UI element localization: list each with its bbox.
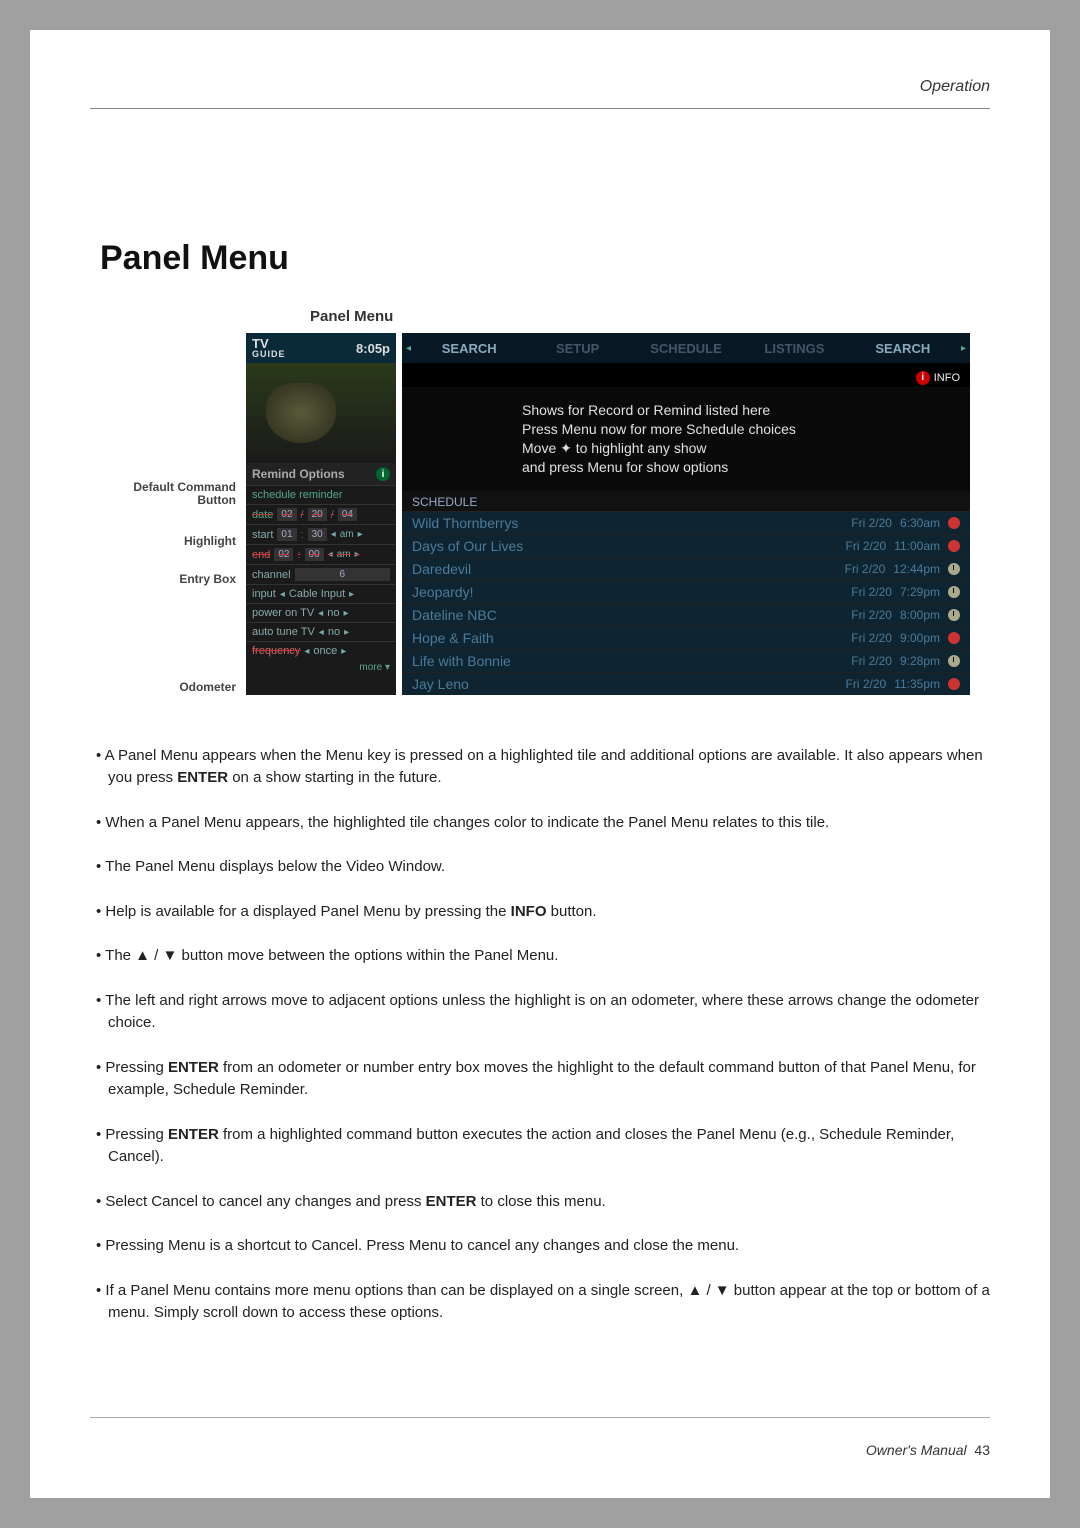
schedule-list: Wild Thornberrys Fri 2/20 6:30am Days of Ou… xyxy=(402,511,970,695)
info-icon[interactable]: i xyxy=(376,467,390,481)
show-date: Fri 2/20 xyxy=(851,608,892,622)
schedule-row[interactable]: Hope & Faith Fri 2/20 9:00pm xyxy=(402,626,970,649)
show-date: Fri 2/20 xyxy=(846,677,887,691)
schedule-row[interactable]: Dateline NBC Fri 2/20 8:00pm xyxy=(402,603,970,626)
figure-caption: Panel Menu xyxy=(310,308,970,325)
schedule-row[interactable]: Days of Our Lives Fri 2/20 11:00am xyxy=(402,534,970,557)
show-time: 11:35pm xyxy=(894,677,940,691)
bullet-item: The ▲ / ▼ button move between the option… xyxy=(90,945,990,968)
auto-tune-tv-odometer[interactable]: auto tune TV◂ no▸ xyxy=(246,622,396,641)
show-time: 6:30am xyxy=(900,516,940,530)
show-title: Dateline NBC xyxy=(412,607,497,623)
show-title: Hope & Faith xyxy=(412,630,494,646)
divider-bottom xyxy=(90,1417,990,1418)
bullet-item: The left and right arrows move to adjace… xyxy=(90,990,990,1035)
start-time-entry[interactable]: start 01: 30 ◂am▸ xyxy=(246,524,396,544)
show-time: 9:28pm xyxy=(900,654,940,668)
bullet-item: Pressing ENTER from an odometer or numbe… xyxy=(90,1057,990,1102)
video-window xyxy=(246,363,396,463)
schedule-row[interactable]: Life with Bonnie Fri 2/20 9:28pm xyxy=(402,649,970,672)
end-time-entry[interactable]: end 02: 00 ◂am▸ xyxy=(246,544,396,564)
show-date: Fri 2/20 xyxy=(845,562,886,576)
bullet-item: If a Panel Menu contains more menu optio… xyxy=(90,1280,990,1325)
show-time: 12:44pm xyxy=(893,562,940,576)
tab-search-right[interactable]: SEARCH xyxy=(849,333,957,363)
bullet-item: Help is available for a displayed Panel … xyxy=(90,901,990,924)
clock-icon xyxy=(948,586,960,598)
divider-top xyxy=(90,108,990,109)
schedule-header: SCHEDULE xyxy=(402,491,970,511)
show-date: Fri 2/20 xyxy=(851,516,892,530)
page-title: Panel Menu xyxy=(100,239,990,278)
page-footer: Owner's Manual 43 xyxy=(866,1442,990,1458)
clock-icon xyxy=(948,563,960,575)
show-title: Jay Leno xyxy=(412,676,469,692)
tab-search[interactable]: SEARCH xyxy=(415,333,523,363)
input-odometer[interactable]: input◂ Cable Input▸ xyxy=(246,584,396,603)
show-title: Days of Our Lives xyxy=(412,538,523,554)
tvguide-sidebar: TVGUIDE 8:05p Remind Options i schedule … xyxy=(246,333,396,695)
schedule-row[interactable]: Daredevil Fri 2/20 12:44pm xyxy=(402,557,970,580)
schedule-reminder-button[interactable]: schedule reminder xyxy=(246,485,396,504)
more-button[interactable]: more ▾ xyxy=(246,660,396,675)
bullet-item: Pressing Menu is a shortcut to Cancel. P… xyxy=(90,1235,990,1258)
callout-default-command-button: Default Command Button xyxy=(130,481,236,507)
tab-listings[interactable]: LISTINGS xyxy=(740,333,848,363)
power-on-tv-odometer[interactable]: power on TV◂ no▸ xyxy=(246,603,396,622)
info-button[interactable]: i INFO xyxy=(916,371,960,385)
show-time: 8:00pm xyxy=(900,608,940,622)
callout-highlight: Highlight xyxy=(184,535,236,548)
clock-icon xyxy=(948,655,960,667)
remind-icon xyxy=(948,517,960,529)
show-date: Fri 2/20 xyxy=(851,654,892,668)
show-title: Jeopardy! xyxy=(412,584,473,600)
bullet-list: A Panel Menu appears when the Menu key i… xyxy=(90,745,990,1325)
show-title: Wild Thornberrys xyxy=(412,515,518,531)
show-time: 9:00pm xyxy=(900,631,940,645)
clock-time: 8:05p xyxy=(356,341,390,356)
header-section: Operation xyxy=(920,78,990,96)
show-title: Daredevil xyxy=(412,561,471,577)
show-date: Fri 2/20 xyxy=(846,539,887,553)
show-time: 11:00am xyxy=(894,539,940,553)
schedule-row[interactable]: Jay Leno Fri 2/20 11:35pm xyxy=(402,672,970,695)
figure-callouts: Default Command Button Highlight Entry B… xyxy=(130,333,240,695)
date-entry[interactable]: date 02/ 20/ 04 xyxy=(246,504,396,524)
remind-icon xyxy=(948,540,960,552)
tvguide-logo: TVGUIDE xyxy=(252,338,286,358)
schedule-panel: ◂ SEARCH SETUP SCHEDULE LISTINGS SEARCH … xyxy=(402,333,970,695)
show-date: Fri 2/20 xyxy=(851,631,892,645)
bullet-item: A Panel Menu appears when the Menu key i… xyxy=(90,745,990,790)
show-date: Fri 2/20 xyxy=(851,585,892,599)
frequency-odometer[interactable]: frequency◂ once▸ xyxy=(246,641,396,660)
bullet-item: When a Panel Menu appears, the highlight… xyxy=(90,812,990,835)
bullet-item: Pressing ENTER from a highlighted comman… xyxy=(90,1124,990,1169)
remind-icon xyxy=(948,632,960,644)
remind-options-title: Remind Options xyxy=(252,467,345,481)
tab-setup[interactable]: SETUP xyxy=(523,333,631,363)
figure-panel-menu: Default Command Button Highlight Entry B… xyxy=(130,333,970,695)
show-title: Life with Bonnie xyxy=(412,653,511,669)
tab-bar: ◂ SEARCH SETUP SCHEDULE LISTINGS SEARCH … xyxy=(402,333,970,363)
show-time: 7:29pm xyxy=(900,585,940,599)
callout-entry-box: Entry Box xyxy=(179,573,236,586)
bullet-item: The Panel Menu displays below the Video … xyxy=(90,856,990,879)
schedule-row[interactable]: Jeopardy! Fri 2/20 7:29pm xyxy=(402,580,970,603)
tab-right-arrow-icon[interactable]: ▸ xyxy=(957,343,970,354)
callout-odometer: Odometer xyxy=(179,681,236,694)
schedule-help-text: Shows for Record or Remind listed herePr… xyxy=(402,387,970,491)
channel-entry[interactable]: channel 6 xyxy=(246,564,396,584)
remind-icon xyxy=(948,678,960,690)
info-red-icon: i xyxy=(916,371,930,385)
tab-left-arrow-icon[interactable]: ◂ xyxy=(402,343,415,354)
bullet-item: Select Cancel to cancel any changes and … xyxy=(90,1191,990,1214)
clock-icon xyxy=(948,609,960,621)
schedule-row[interactable]: Wild Thornberrys Fri 2/20 6:30am xyxy=(402,511,970,534)
tab-schedule[interactable]: SCHEDULE xyxy=(632,333,740,363)
